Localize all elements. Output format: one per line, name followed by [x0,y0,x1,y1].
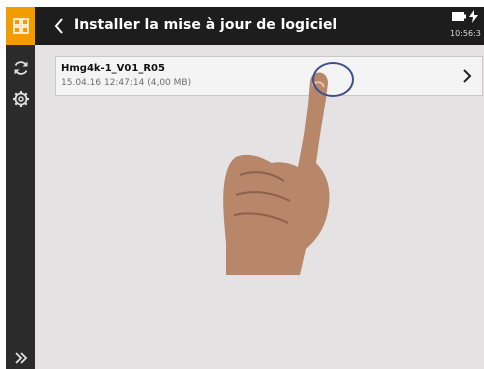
grid-icon [12,18,29,34]
sync-button[interactable] [10,57,32,79]
pointing-hand-overlay [223,72,330,275]
file-meta: 15.04.16 12:47:14 (4,00 MB) [61,78,192,88]
device-screen: Installer la mise à jour de logiciel 10:… [6,7,484,369]
expand-sidebar-button[interactable] [10,350,32,366]
status-clock: 10:56:3 [450,29,481,38]
home-button[interactable] [6,7,35,45]
battery-icon [452,12,466,21]
chevron-left-icon [54,18,63,34]
refresh-icon [14,61,28,75]
touch-indicator-circle [312,62,354,97]
back-button[interactable] [48,13,70,39]
bolt-icon [469,10,478,23]
double-chevron-right-icon [15,352,28,364]
page-title: Installer la mise à jour de logiciel [74,17,338,33]
gear-icon [13,91,29,107]
chevron-right-icon[interactable] [460,66,474,86]
file-name: Hmg4k-1_V01_R05 [61,63,165,74]
top-bar: Installer la mise à jour de logiciel 10:… [6,7,484,45]
sidebar [6,45,35,369]
settings-button[interactable] [10,88,32,110]
